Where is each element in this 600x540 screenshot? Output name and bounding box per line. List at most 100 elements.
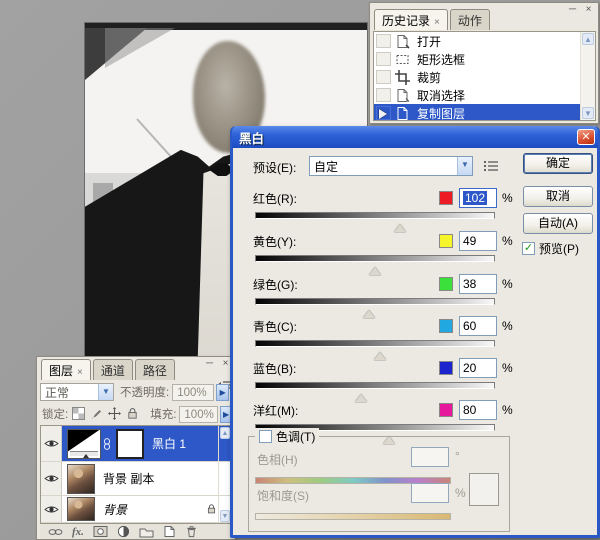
channel-value-input[interactable]: 60 [459,316,497,336]
fill-value[interactable]: 100% [179,406,218,423]
saturation-value-input[interactable] [411,483,449,503]
layer-name[interactable]: 背景 [103,501,127,518]
percent-label: % [502,361,513,375]
layers-panel-toolbar: fx. [40,523,232,539]
visibility-toggle[interactable] [41,426,62,461]
channel-value-input[interactable]: 20 [459,358,497,378]
lock-pixels-icon[interactable] [90,407,104,421]
channel-label: 绿色(G): [253,276,298,293]
preview-label: 预览(P) [539,240,579,257]
chevron-down-icon[interactable]: ▼ [98,384,113,400]
history-item-marquee[interactable]: 矩形选框 [374,50,595,68]
mask-link-icon[interactable] [103,438,112,450]
channel-value-input[interactable]: 49 [459,231,497,251]
tab-channels[interactable]: 通道 [93,359,133,380]
channel-slider[interactable] [255,298,495,314]
channel-slider[interactable] [255,255,495,271]
history-close-button[interactable]: × [582,5,595,16]
history-minimize-button[interactable]: ─ [566,5,579,16]
history-item-label: 复制图层 [417,105,465,122]
history-item-crop[interactable]: 裁剪 [374,68,595,86]
new-group-icon[interactable] [139,525,154,539]
tab-history[interactable]: 历史记录 × [374,9,448,30]
history-item-deselect[interactable]: 取消选择 [374,86,595,104]
tab-close-icon[interactable]: × [77,367,83,378]
history-source-checkbox[interactable] [376,52,391,66]
blend-mode-select[interactable]: 正常 ▼ [40,383,114,401]
auto-button[interactable]: 自动(A) [523,213,593,234]
history-source-checkbox[interactable] [376,70,391,84]
cancel-button[interactable]: 取消 [523,186,593,207]
tab-layers-label: 图层 [49,364,73,378]
lock-transparency-icon[interactable] [72,407,86,421]
layer-name[interactable]: 背景 副本 [103,470,154,487]
layer-mask-thumbnail[interactable] [116,429,144,459]
delete-layer-icon[interactable] [185,525,198,539]
adjustment-layer-thumbnail[interactable] [67,429,101,459]
channel-slider[interactable] [255,340,495,356]
hue-value-input[interactable] [411,447,449,467]
crop-icon [395,70,412,85]
channel-row-cyan: 青色(C): 60 % [233,316,600,356]
link-layers-icon[interactable] [48,525,63,539]
lock-position-icon[interactable] [108,407,122,421]
scroll-up-icon[interactable]: ▲ [220,427,230,439]
new-adjustment-layer-icon[interactable] [117,525,130,539]
lock-all-icon[interactable] [126,407,140,421]
layer-style-icon[interactable]: fx. [72,525,84,539]
dialog-close-button[interactable]: ✕ [577,129,595,145]
layer-thumbnail[interactable] [67,464,95,494]
tab-close-icon[interactable]: × [434,17,440,28]
tint-checkbox[interactable] [259,430,272,443]
layer-row-black-white[interactable]: 黑白 1 [41,426,231,462]
tab-actions-label: 动作 [458,14,482,28]
chevron-down-icon[interactable]: ▼ [457,157,472,175]
new-layer-icon[interactable] [163,525,176,539]
history-item-duplicate-layer[interactable]: 复制图层 [374,104,595,121]
tab-actions[interactable]: 动作 [450,9,490,30]
opacity-slider-arrow-icon[interactable]: ▶ [216,384,229,401]
layer-row-background[interactable]: 背景 [41,496,231,523]
scroll-up-icon[interactable]: ▲ [582,33,594,45]
history-item-label: 取消选择 [417,87,465,104]
visibility-toggle[interactable] [41,462,62,495]
channel-value-input[interactable]: 102 [459,188,497,208]
tab-history-label: 历史记录 [382,14,430,28]
layer-name[interactable]: 黑白 1 [152,435,186,452]
history-list: 打开 矩形选框 裁剪 取消选择 [373,31,596,121]
photo-frame-corner [105,28,175,68]
scroll-down-icon[interactable]: ▼ [220,510,230,522]
history-source-checkbox[interactable] [376,34,391,48]
opacity-value[interactable]: 100% [172,384,214,401]
preset-label: 预设(E): [253,159,296,176]
tab-paths[interactable]: 路径 [135,359,175,380]
channel-value-input[interactable]: 38 [459,274,497,294]
preview-checkbox[interactable]: ✓ [522,242,535,255]
tab-layers[interactable]: 图层 × [41,359,91,380]
dialog-titlebar[interactable]: 黑白 ✕ [232,126,598,148]
add-layer-mask-icon[interactable] [93,525,108,539]
saturation-unit-label: % [455,486,466,500]
slider-thumb[interactable] [369,261,381,275]
history-scrollbar[interactable]: ▲ ▼ [580,32,595,120]
history-source-checkbox[interactable] [376,106,391,120]
layer-thumbnail[interactable] [67,497,95,521]
fill-label: 填充: [150,406,176,422]
history-item-label: 打开 [417,33,441,50]
visibility-toggle[interactable] [41,496,62,522]
scroll-down-icon[interactable]: ▼ [582,107,594,119]
channel-slider[interactable] [255,382,495,398]
slider-thumb[interactable] [394,218,406,232]
history-item-open[interactable]: 打开 [374,32,595,50]
dialog-title: 黑白 [239,128,264,147]
tint-color-swatch[interactable] [469,473,499,506]
layer-row-background-copy[interactable]: 背景 副本 [41,462,231,496]
channel-slider[interactable] [255,212,495,228]
channel-value-input[interactable]: 80 [459,400,497,420]
channel-swatch [439,234,453,248]
layers-minimize-button[interactable]: ─ [203,359,216,370]
preset-options-icon[interactable] [483,159,499,173]
history-source-checkbox[interactable] [376,88,391,102]
ok-button[interactable]: 确定 [523,153,593,174]
preset-select[interactable]: 自定 ▼ [309,156,473,176]
